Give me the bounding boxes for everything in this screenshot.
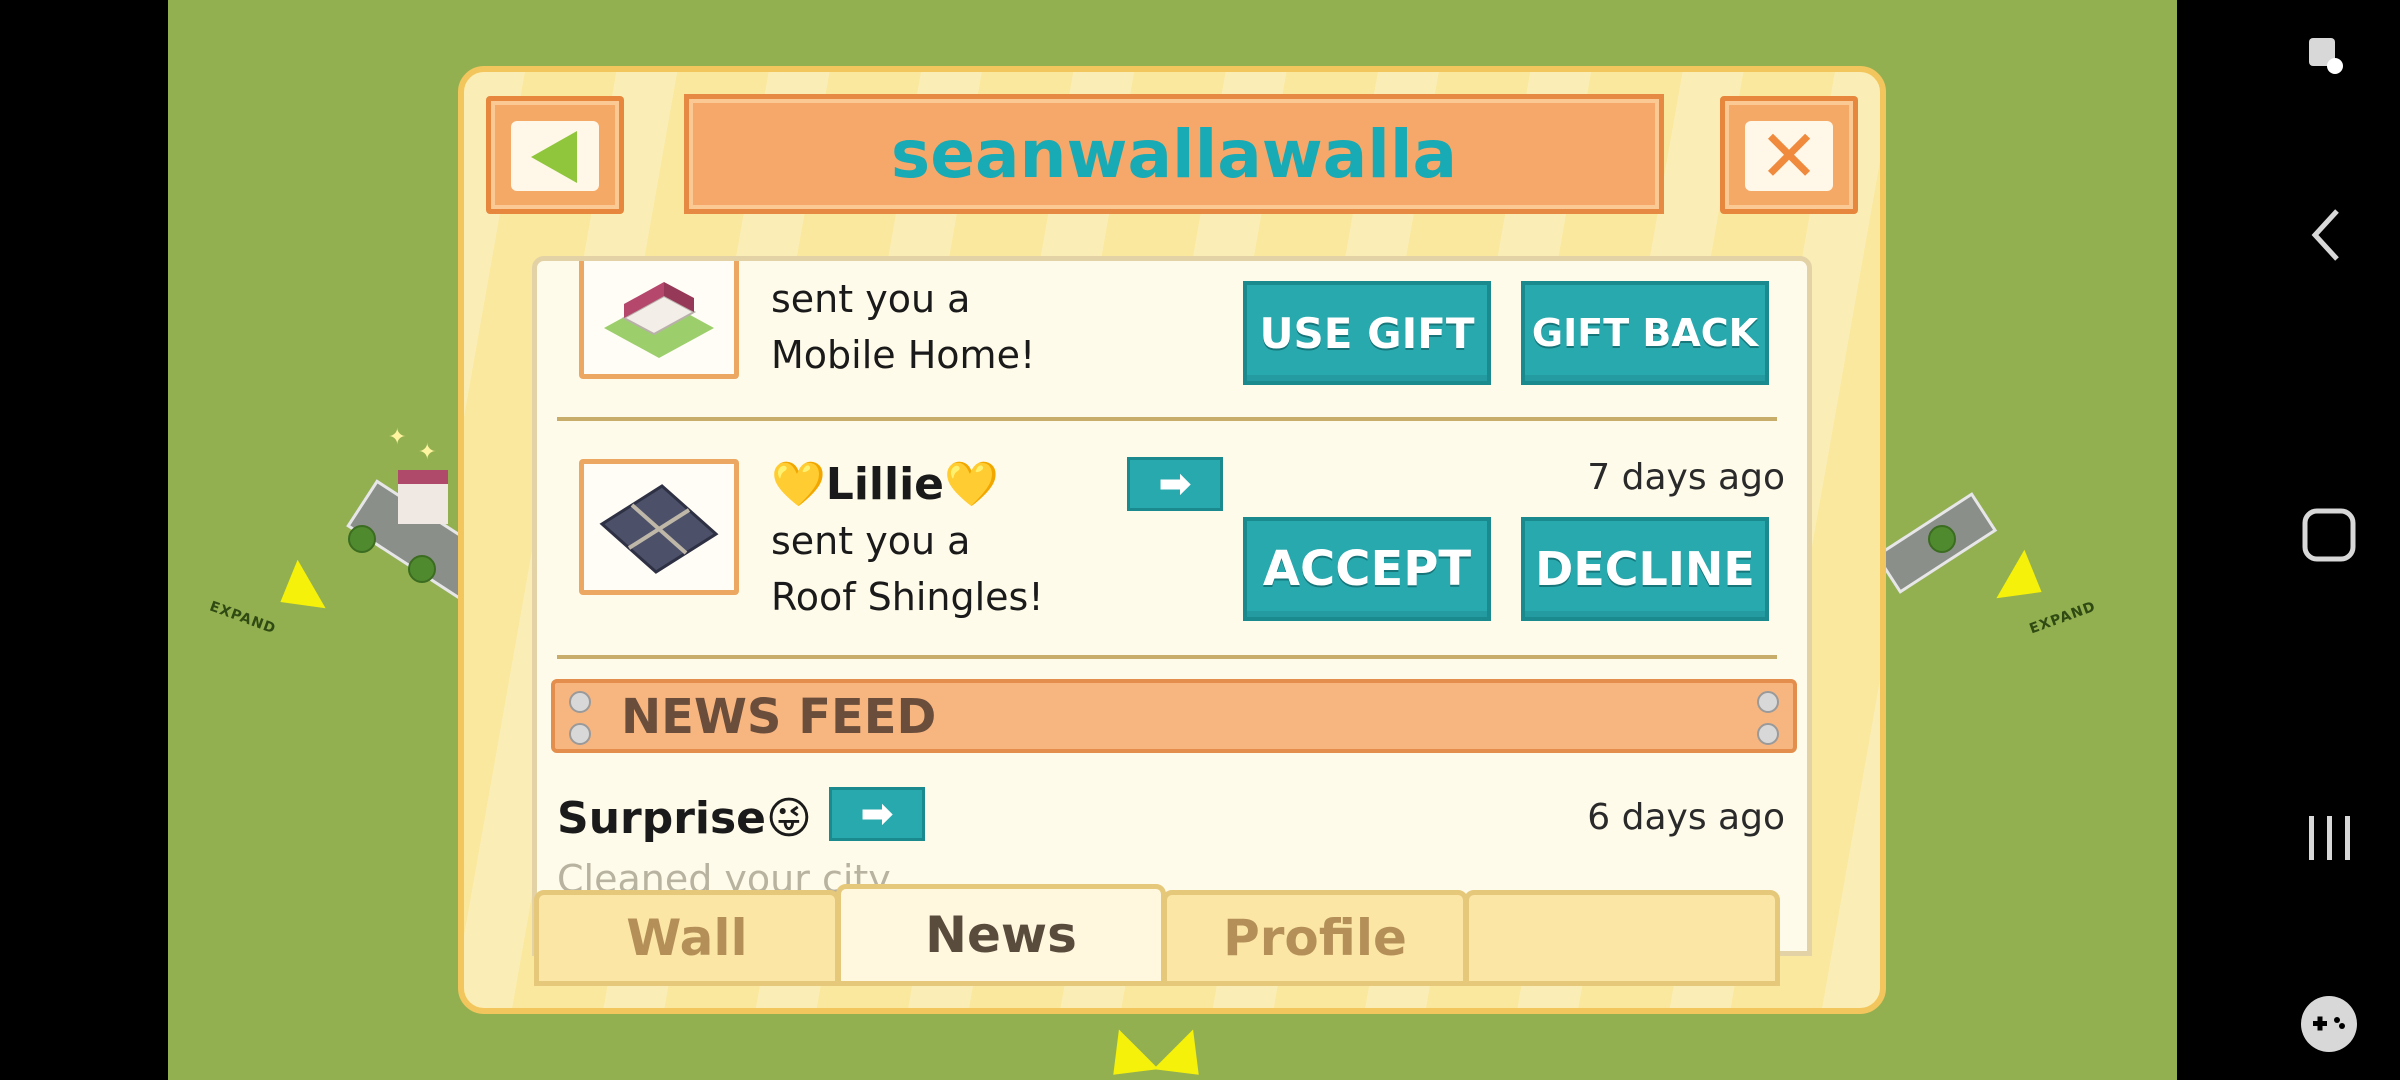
expand-arrow-icon[interactable]: [1093, 1029, 1159, 1080]
rivet-icon: [569, 691, 591, 713]
gift-message: sent you a Mobile Home!: [771, 271, 1035, 383]
expand-label-right[interactable]: EXPAND: [2027, 599, 2098, 638]
expand-arrow-icon[interactable]: [1996, 549, 2056, 617]
tab-bar: Wall News Profile: [534, 884, 1814, 986]
accessibility-icon[interactable]: [2297, 26, 2357, 86]
rivet-icon: [1757, 723, 1779, 745]
tab-profile[interactable]: Profile: [1162, 890, 1468, 986]
back-button-face: [511, 121, 599, 191]
recents-icon[interactable]: [2299, 808, 2359, 868]
gift-message-line1: sent you a: [771, 277, 971, 321]
tab-empty: [1464, 890, 1780, 986]
sparkle-icon: ✦: [388, 425, 407, 450]
visit-profile-button[interactable]: ➡: [1127, 457, 1223, 511]
rivet-icon: [1757, 691, 1779, 713]
gift-sender: 💛Lillie💛: [771, 457, 999, 514]
back-chevron-icon[interactable]: [2299, 200, 2355, 270]
expand-label-left[interactable]: EXPAND: [207, 599, 278, 638]
game-controller-icon[interactable]: [2295, 990, 2363, 1058]
profile-dialog: seanwallawalla ✕ sent you a Mobile Home!…: [458, 66, 1886, 1014]
rivet-icon: [569, 723, 591, 745]
gift-message-line2: Roof Shingles!: [771, 575, 1044, 619]
system-nav-bar: [2177, 0, 2400, 1080]
home-square-icon[interactable]: [2299, 505, 2359, 565]
gift-message: sent you a Roof Shingles!: [771, 513, 1044, 625]
expand-arrow-icon[interactable]: [266, 559, 326, 627]
close-button[interactable]: ✕: [1720, 96, 1858, 214]
use-gift-button[interactable]: USE GIFT: [1243, 281, 1491, 385]
sender-name: 💛Lillie💛: [771, 459, 999, 510]
tab-wall[interactable]: Wall: [534, 890, 840, 986]
row-divider: [557, 655, 1777, 659]
news-feed-header: NEWS FEED: [551, 679, 1797, 753]
news-sender-name: Surprise😜: [557, 793, 812, 844]
gift-timestamp: 7 days ago: [1587, 457, 1785, 498]
back-button[interactable]: [486, 96, 624, 214]
dialog-title: seanwallawalla: [890, 115, 1458, 193]
row-divider: [557, 417, 1777, 421]
gift-message-line2: Mobile Home!: [771, 333, 1036, 377]
gift-message-line1: sent you a: [771, 519, 971, 563]
tree-icon: [408, 555, 436, 583]
house-icon: [398, 470, 448, 524]
tab-news[interactable]: News: [836, 884, 1166, 986]
gift-back-button[interactable]: GIFT BACK: [1521, 281, 1769, 385]
news-timestamp: 6 days ago: [1587, 797, 1785, 838]
tree-icon: [1928, 525, 1956, 553]
orange-x-icon: ✕: [1745, 120, 1833, 192]
decline-button[interactable]: DECLINE: [1521, 517, 1769, 621]
news-feed-heading: NEWS FEED: [621, 689, 937, 745]
roof-shingles-thumbnail: [579, 459, 739, 595]
accept-button[interactable]: ACCEPT: [1243, 517, 1491, 621]
visit-profile-button[interactable]: ➡: [829, 787, 925, 841]
right-arrow-icon: ➡: [860, 791, 894, 837]
mobile-home-thumbnail: [579, 261, 739, 379]
sparkle-icon: ✦: [418, 440, 437, 465]
title-bar: seanwallawalla: [684, 94, 1664, 214]
tree-icon: [348, 525, 376, 553]
expand-arrow-icon[interactable]: [1153, 1029, 1219, 1080]
gift-feed-panel: sent you a Mobile Home! USE GIFT GIFT BA…: [532, 256, 1812, 956]
news-item-sender: Surprise😜: [557, 791, 812, 848]
right-arrow-icon: ➡: [1158, 461, 1192, 507]
green-left-triangle-icon: [531, 131, 577, 183]
